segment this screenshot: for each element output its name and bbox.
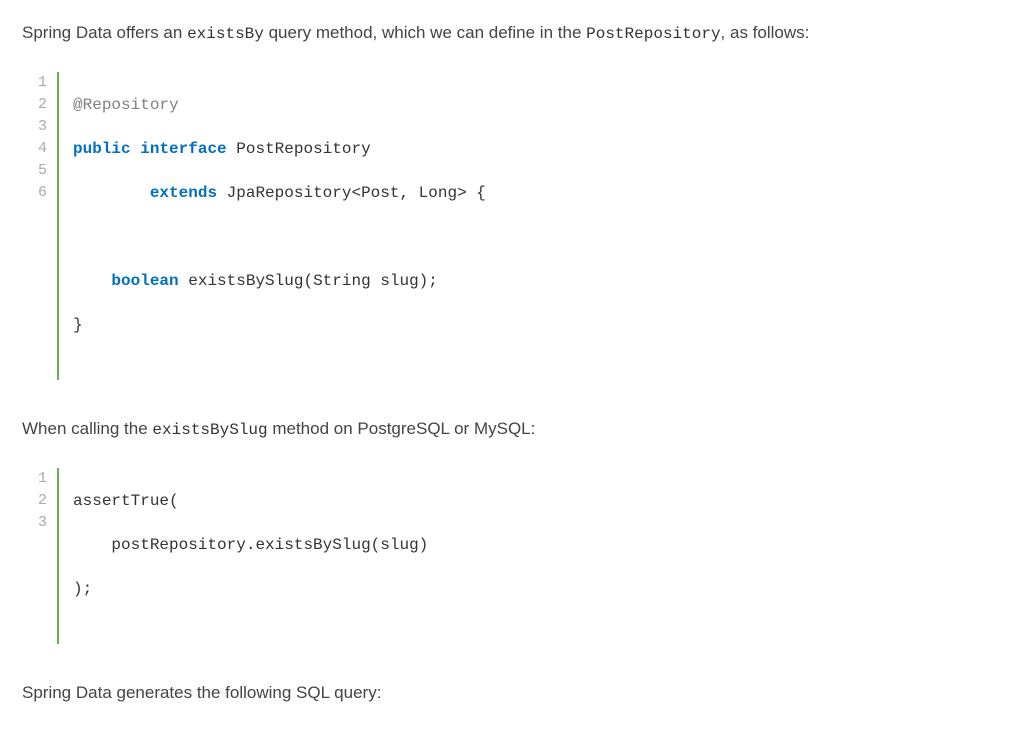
text: PostRepository bbox=[227, 140, 371, 158]
keyword: boolean bbox=[111, 272, 178, 290]
code-line: ); bbox=[73, 578, 428, 600]
text: Spring Data offers an bbox=[22, 23, 187, 42]
text: When calling the bbox=[22, 419, 152, 438]
text: , as follows: bbox=[721, 23, 810, 42]
keyword: public bbox=[73, 140, 131, 158]
code-line bbox=[73, 226, 486, 248]
code-content: assertTrue( postRepository.existsBySlug(… bbox=[59, 468, 428, 644]
line-number: 6 bbox=[38, 182, 47, 204]
code-line: extends JpaRepository<Post, Long> { bbox=[73, 182, 486, 204]
line-number: 5 bbox=[38, 160, 47, 182]
code-content: @Repository public interface PostReposit… bbox=[59, 72, 486, 380]
paragraph-sql: Spring Data generates the following SQL … bbox=[22, 680, 1002, 706]
line-number: 2 bbox=[38, 490, 47, 512]
line-number: 3 bbox=[38, 116, 47, 138]
line-number-gutter: 1 2 3 bbox=[38, 468, 59, 644]
code-line: assertTrue( bbox=[73, 490, 428, 512]
inline-code-postrepository: PostRepository bbox=[586, 25, 720, 43]
inline-code-existsby: existsBy bbox=[187, 25, 264, 43]
text bbox=[131, 140, 141, 158]
text: postRepository.existsBySlug(slug) bbox=[73, 536, 428, 554]
text bbox=[73, 272, 111, 290]
line-number: 3 bbox=[38, 512, 47, 534]
text: method on PostgreSQL or MySQL: bbox=[268, 419, 536, 438]
text: existsBySlug(String slug); bbox=[179, 272, 438, 290]
code-line: @Repository bbox=[73, 94, 486, 116]
code-block-assert: 1 2 3 assertTrue( postRepository.existsB… bbox=[38, 468, 1002, 644]
text: JpaRepository<Post, Long> { bbox=[217, 184, 486, 202]
code-line: postRepository.existsBySlug(slug) bbox=[73, 534, 428, 556]
code-block-repository: 1 2 3 4 5 6 @Repository public interface… bbox=[38, 72, 1002, 380]
annotation: @Repository bbox=[73, 96, 179, 114]
text: Spring Data generates the following SQL … bbox=[22, 683, 381, 702]
line-number-gutter: 1 2 3 4 5 6 bbox=[38, 72, 59, 380]
keyword: interface bbox=[140, 140, 226, 158]
code-line: public interface PostRepository bbox=[73, 138, 486, 160]
code-line: boolean existsBySlug(String slug); bbox=[73, 270, 486, 292]
line-number: 2 bbox=[38, 94, 47, 116]
text: query method, which we can define in the bbox=[264, 23, 586, 42]
inline-code-existsbyslug: existsBySlug bbox=[152, 421, 267, 439]
line-number: 4 bbox=[38, 138, 47, 160]
paragraph-intro: Spring Data offers an existsBy query met… bbox=[22, 20, 1002, 46]
text: ); bbox=[73, 580, 92, 598]
paragraph-calling: When calling the existsBySlug method on … bbox=[22, 416, 1002, 442]
text: assertTrue( bbox=[73, 492, 179, 510]
text bbox=[73, 184, 150, 202]
keyword: extends bbox=[150, 184, 217, 202]
line-number: 1 bbox=[38, 72, 47, 94]
code-line: } bbox=[73, 314, 486, 336]
line-number: 1 bbox=[38, 468, 47, 490]
text bbox=[73, 228, 83, 246]
text: } bbox=[73, 316, 83, 334]
